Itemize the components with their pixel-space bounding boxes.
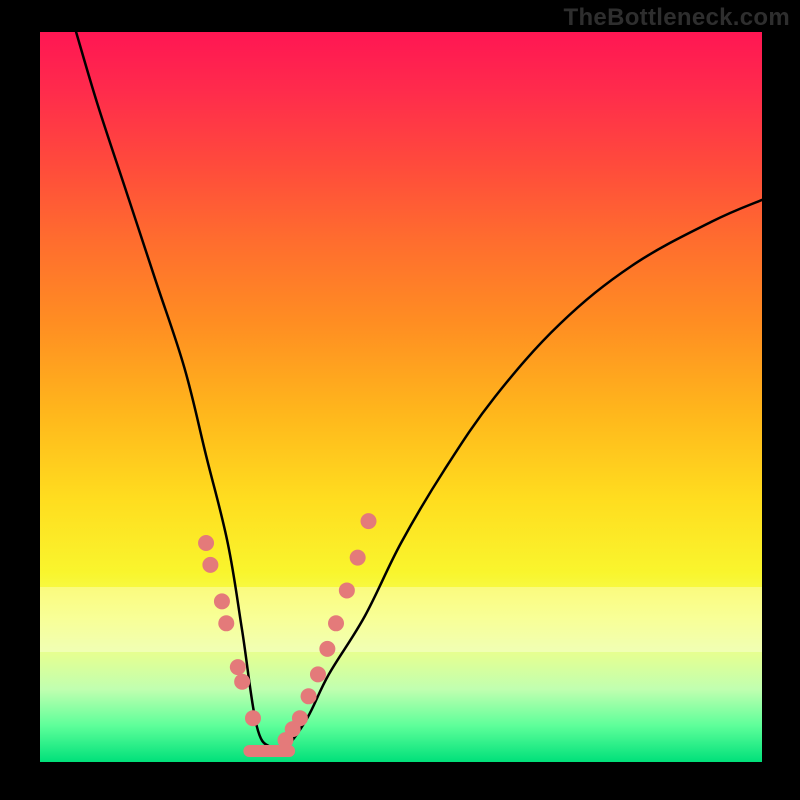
highlight-dot [230,659,246,675]
highlight-dot [350,550,366,566]
chart-frame: TheBottleneck.com [0,0,800,800]
highlight-dot [234,674,250,690]
highlight-dot [339,582,355,598]
highlight-dot [292,710,308,726]
bottleneck-curve [76,32,762,751]
highlight-dot [310,666,326,682]
highlight-dot [319,641,335,657]
highlight-dot [301,688,317,704]
highlight-dot [328,615,344,631]
highlight-dot [218,615,234,631]
highlight-dot [202,557,218,573]
highlight-dot [361,513,377,529]
watermark-text: TheBottleneck.com [564,4,790,32]
highlight-dots-right [277,513,376,748]
highlight-dot [198,535,214,551]
plot-area [40,32,762,762]
chart-svg [40,32,762,762]
highlight-dot [214,593,230,609]
highlight-dot [245,710,261,726]
